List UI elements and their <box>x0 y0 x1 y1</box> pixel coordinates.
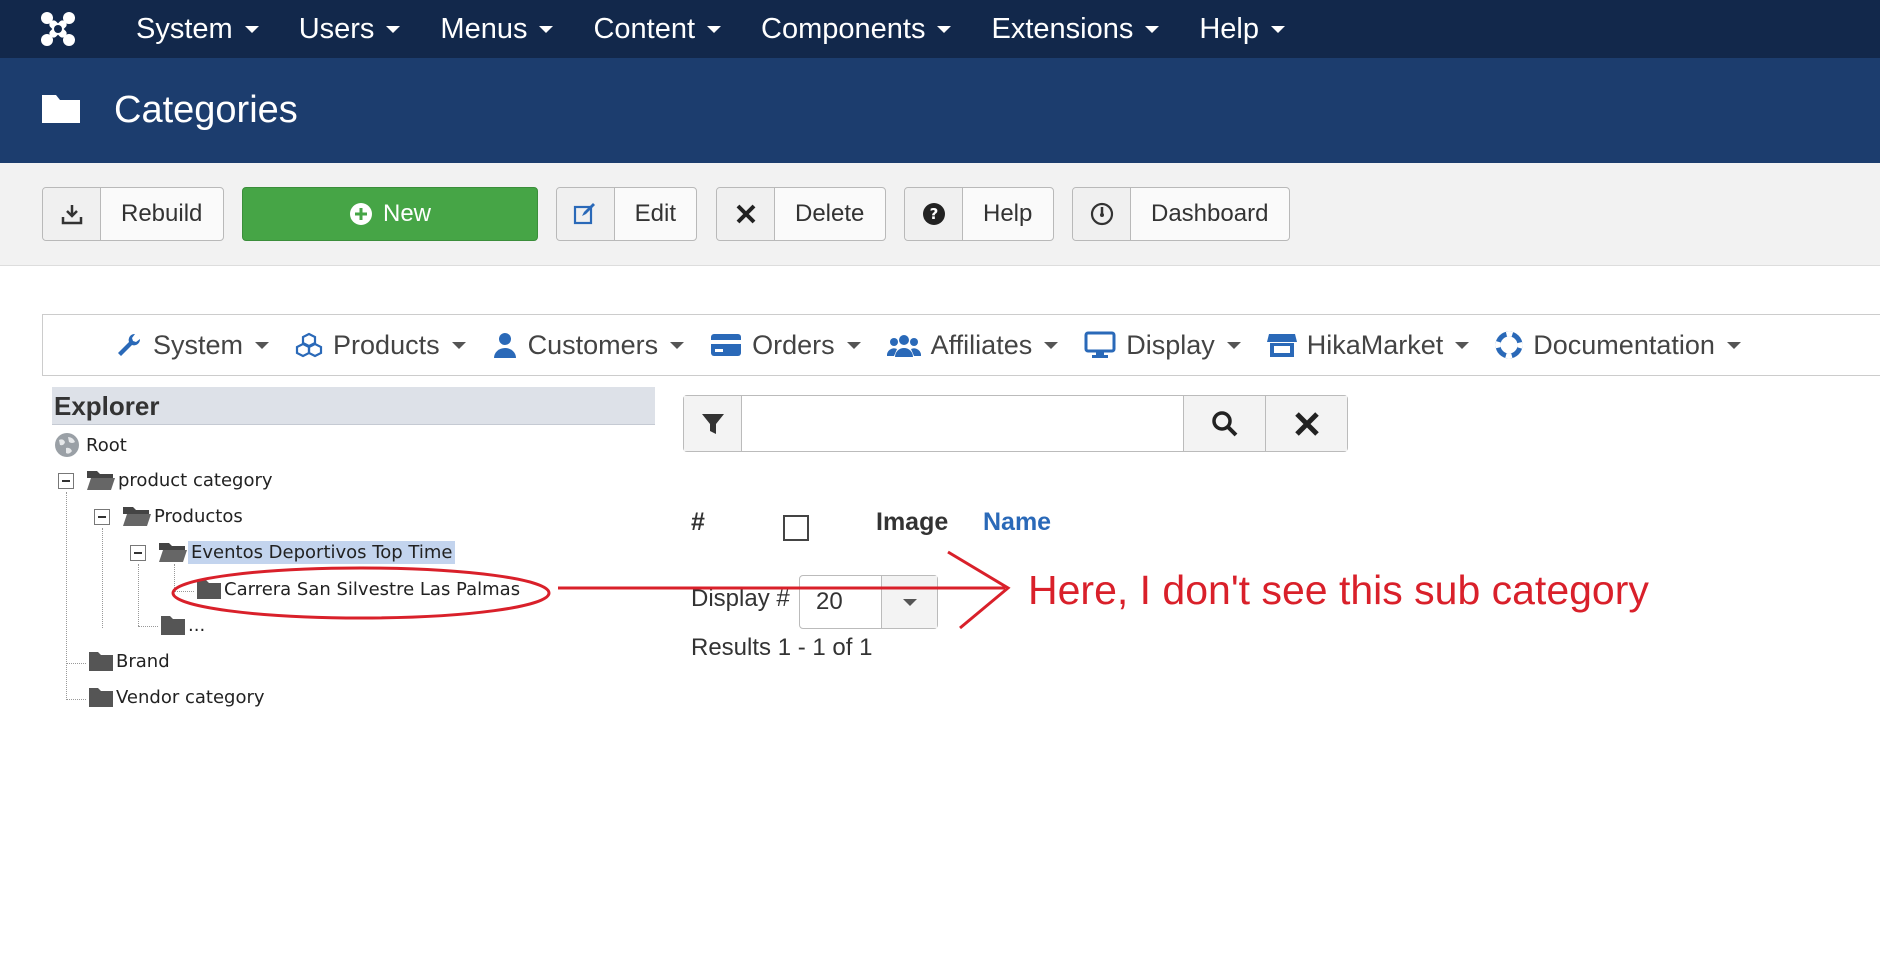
annotation-ellipse <box>171 566 551 620</box>
annotation-text: Here, I don't see this sub category <box>1028 567 1649 613</box>
annotation-arrow <box>558 550 1011 630</box>
annotation-overlay <box>171 550 1011 630</box>
